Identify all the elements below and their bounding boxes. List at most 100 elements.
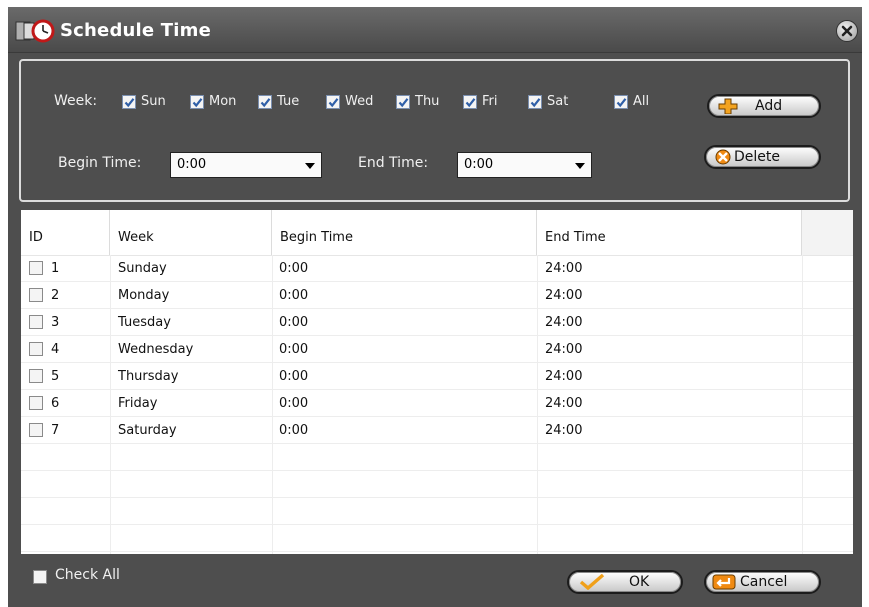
cell-begin-time: 0:00	[279, 369, 309, 384]
cell-id: 4	[51, 342, 60, 357]
cell-begin-time: 0:00	[279, 261, 309, 276]
empty-row	[21, 471, 853, 498]
schedule-table: ID Week Begin Time End Time 1 Sunday 0:0…	[21, 210, 853, 554]
day-label: Wed	[345, 94, 374, 109]
chevron-down-icon	[305, 163, 315, 169]
x-icon	[712, 149, 734, 169]
cell-id: 6	[51, 396, 60, 411]
checkbox[interactable]	[463, 95, 477, 109]
column-header-begin-time[interactable]: Begin Time	[272, 210, 537, 255]
empty-row	[21, 444, 853, 471]
table-row[interactable]: 7 Saturday 0:00 24:00	[21, 417, 853, 444]
cell-end-time: 24:00	[545, 315, 583, 330]
cell-begin-time: 0:00	[279, 288, 309, 303]
day-label: All	[633, 94, 650, 109]
cell-week: Sunday	[118, 261, 167, 276]
column-header-end-time[interactable]: End Time	[537, 210, 802, 255]
day-label: Tue	[277, 94, 300, 109]
cell-week: Saturday	[118, 423, 177, 438]
table-row[interactable]: 4 Wednesday 0:00 24:00	[21, 336, 853, 363]
ok-button[interactable]: OK	[567, 570, 683, 594]
cell-end-time: 24:00	[545, 396, 583, 411]
cell-id: 7	[51, 423, 60, 438]
cell-end-time: 24:00	[545, 369, 583, 384]
day-label: Sat	[547, 94, 569, 109]
cell-end-time: 24:00	[545, 288, 583, 303]
cell-id: 3	[51, 315, 60, 330]
close-button[interactable]	[836, 20, 858, 42]
cancel-label: Cancel	[740, 574, 788, 590]
plus-icon	[717, 98, 739, 118]
end-time-select[interactable]: 0:00	[457, 152, 592, 178]
table-row[interactable]: 3 Tuesday 0:00 24:00	[21, 309, 853, 336]
checkbox[interactable]	[326, 95, 340, 109]
check-all-checkbox[interactable]	[33, 570, 47, 584]
begin-time-value: 0:00	[177, 157, 207, 172]
cell-id: 5	[51, 369, 60, 384]
cell-week: Monday	[118, 288, 170, 303]
cell-week: Thursday	[118, 369, 179, 384]
cell-end-time: 24:00	[545, 423, 583, 438]
cell-week: Friday	[118, 396, 158, 411]
chevron-down-icon	[575, 163, 585, 169]
checkmark-icon	[124, 98, 135, 108]
cell-begin-time: 0:00	[279, 396, 309, 411]
check-all-label: Check All	[55, 567, 120, 583]
checkmark-icon	[530, 98, 541, 108]
checkmark-icon	[192, 98, 203, 108]
checkbox[interactable]	[614, 95, 628, 109]
cell-end-time: 24:00	[545, 342, 583, 357]
clock-icon	[14, 19, 56, 43]
cell-end-time: 24:00	[545, 261, 583, 276]
row-checkbox[interactable]	[29, 288, 43, 302]
cell-week: Tuesday	[118, 315, 171, 330]
checkmark-icon	[465, 98, 476, 108]
column-header-week[interactable]: Week	[110, 210, 272, 255]
cell-id: 2	[51, 288, 60, 303]
delete-label: Delete	[734, 149, 780, 165]
checkbox[interactable]	[528, 95, 542, 109]
day-label: Fri	[482, 94, 498, 109]
begin-time-select[interactable]: 0:00	[170, 152, 322, 178]
return-icon	[712, 574, 736, 594]
checkmark-icon	[260, 98, 271, 108]
row-checkbox[interactable]	[29, 315, 43, 329]
title-bar: Schedule Time	[8, 7, 862, 53]
checkbox[interactable]	[396, 95, 410, 109]
row-checkbox[interactable]	[29, 423, 43, 437]
table-row[interactable]: 2 Monday 0:00 24:00	[21, 282, 853, 309]
cell-begin-time: 0:00	[279, 423, 309, 438]
table-row[interactable]: 5 Thursday 0:00 24:00	[21, 363, 853, 390]
row-checkbox[interactable]	[29, 261, 43, 275]
row-checkbox[interactable]	[29, 369, 43, 383]
cancel-button[interactable]: Cancel	[704, 570, 821, 594]
table-header: ID Week Begin Time End Time	[21, 210, 853, 256]
cell-begin-time: 0:00	[279, 315, 309, 330]
checkmark-icon	[398, 98, 409, 108]
end-time-label: End Time:	[358, 155, 429, 171]
schedule-filter-panel	[19, 59, 850, 202]
add-button[interactable]: Add	[707, 94, 821, 118]
checkmark-icon	[328, 98, 339, 108]
row-checkbox[interactable]	[29, 396, 43, 410]
table-row[interactable]: 1 Sunday 0:00 24:00	[21, 255, 853, 282]
dialog-title: Schedule Time	[60, 20, 212, 41]
checkmark-icon	[616, 98, 627, 108]
day-label: Thu	[415, 94, 440, 109]
day-label: Mon	[209, 94, 237, 109]
checkbox[interactable]	[190, 95, 204, 109]
cell-id: 1	[51, 261, 60, 276]
column-header-id[interactable]: ID	[21, 210, 110, 255]
day-label: Sun	[141, 94, 166, 109]
empty-row	[21, 525, 853, 552]
table-row[interactable]: 6 Friday 0:00 24:00	[21, 390, 853, 417]
checkbox[interactable]	[122, 95, 136, 109]
ok-label: OK	[629, 574, 650, 590]
row-checkbox[interactable]	[29, 342, 43, 356]
empty-row	[21, 498, 853, 525]
cell-week: Wednesday	[118, 342, 194, 357]
begin-time-label: Begin Time:	[58, 155, 142, 171]
delete-button[interactable]: Delete	[704, 145, 821, 169]
column-header-filler	[802, 210, 853, 255]
checkbox[interactable]	[258, 95, 272, 109]
